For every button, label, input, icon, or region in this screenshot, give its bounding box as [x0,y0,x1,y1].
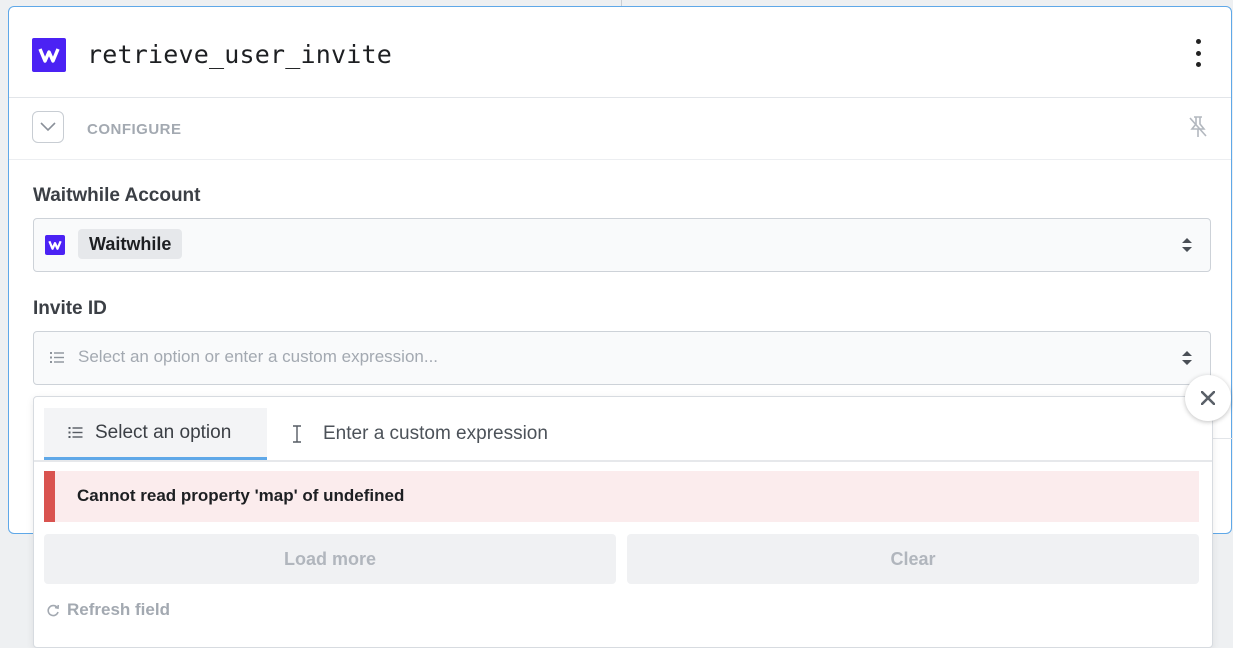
account-select[interactable]: Waitwhile [33,218,1211,272]
account-field-label: Waitwhile Account [33,185,201,206]
list-icon [68,426,83,439]
tab-label: Enter a custom expression [323,423,548,444]
refresh-field-button[interactable]: Refresh field [47,600,170,620]
waitwhile-logo-icon [32,38,66,72]
refresh-field-label: Refresh field [67,600,170,619]
step-title[interactable]: retrieve_user_invite [87,40,392,69]
dropdown-tabs: Select an option Enter a custom expressi… [34,397,1212,462]
collapse-button[interactable] [32,111,64,143]
tab-select-option[interactable]: Select an option [44,408,267,460]
step-header: retrieve_user_invite [9,7,1231,98]
chevron-down-icon [40,122,56,132]
error-alert: Cannot read property 'map' of undefined [44,471,1199,522]
configure-label: CONFIGURE [87,121,182,138]
text-cursor-icon [291,425,303,443]
load-more-button[interactable]: Load more [44,534,616,584]
tab-custom-expression[interactable]: Enter a custom expression [291,408,548,460]
refresh-icon [47,604,60,617]
close-icon [1201,391,1215,405]
unpin-icon[interactable] [1187,115,1209,144]
close-dropdown-button[interactable] [1185,375,1231,421]
clear-button[interactable]: Clear [627,534,1199,584]
account-chip: Waitwhile [78,229,183,259]
invite-id-dropdown: Select an option Enter a custom expressi… [33,396,1213,648]
invite-id-select[interactable]: Select an option or enter a custom expre… [33,331,1211,385]
invite-id-field-label: Invite ID [33,298,107,319]
tab-label: Select an option [95,421,232,443]
select-arrows-icon [1182,351,1192,365]
select-arrows-icon [1182,238,1192,252]
list-icon [50,352,64,363]
invite-id-placeholder: Select an option or enter a custom expre… [78,347,439,366]
configure-section-header[interactable]: CONFIGURE [9,97,1231,160]
error-message: Cannot read property 'map' of undefined [77,486,405,505]
divider [1212,438,1233,439]
more-options-icon[interactable] [1193,39,1203,67]
waitwhile-logo-icon [45,235,65,255]
